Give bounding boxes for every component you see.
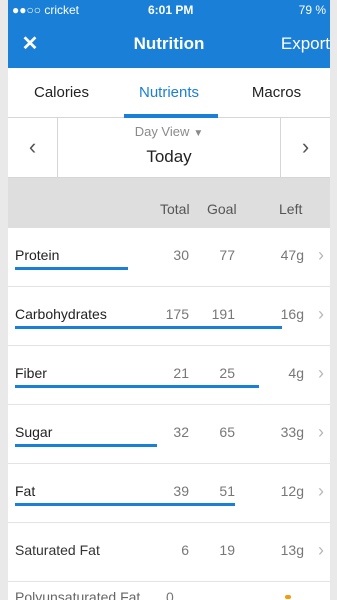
chevron-right-icon: ›	[318, 422, 324, 442]
chevron-right-icon: ›	[318, 304, 324, 324]
nutrient-goal: 25	[219, 365, 235, 381]
progress-bar	[15, 444, 305, 447]
nutrient-left: 47g	[280, 247, 304, 263]
nutrient-row-protein[interactable]: Protein 30 77 47g ›	[8, 228, 330, 287]
nutrient-goal: 191	[211, 306, 235, 322]
nutrient-name: Saturated Fat	[15, 542, 100, 558]
status-dot	[285, 595, 291, 599]
column-total: Total	[160, 201, 190, 217]
chevron-right-icon: ›	[318, 363, 324, 383]
nutrient-total: 39	[173, 483, 189, 499]
date-navigator: ‹ Day View ▼ Today ›	[8, 118, 330, 178]
nutrient-name: Carbohydrates	[15, 306, 107, 322]
progress-fill	[15, 503, 236, 506]
nutrient-name: Protein	[15, 247, 60, 263]
nutrient-row-polyunsaturated-fat[interactable]: Polyunsaturated Fat 0	[8, 585, 330, 600]
chevron-left-icon[interactable]: ‹	[8, 118, 58, 178]
progress-fill	[15, 326, 282, 329]
progress-bar	[15, 326, 305, 329]
progress-fill	[15, 385, 259, 388]
export-button[interactable]: Export	[281, 34, 330, 54]
progress-fill	[15, 444, 158, 447]
nutrient-goal: 19	[219, 542, 235, 558]
tab-macros[interactable]: Macros	[223, 68, 330, 118]
progress-fill	[15, 267, 129, 270]
caret-down-icon: ▼	[193, 128, 204, 139]
nutrient-total: 175	[165, 306, 189, 322]
progress-bar	[15, 385, 305, 388]
nutrient-goal: 65	[219, 424, 235, 440]
nutrient-total: 0	[166, 589, 174, 600]
page-title: Nutrition	[133, 34, 205, 53]
close-icon[interactable]: ✕	[18, 32, 42, 56]
app-frame: ●●○○ cricket 6:01 PM 79 % ✕ Nutrition Ex…	[8, 0, 330, 600]
nutrient-goal: 77	[219, 247, 235, 263]
progress-bar	[15, 562, 305, 565]
tab-calories[interactable]: Calories	[8, 68, 115, 118]
date-label: Today	[146, 147, 192, 166]
column-goal: Goal	[207, 201, 237, 217]
tab-nutrients[interactable]: Nutrients	[115, 68, 223, 118]
battery-label: 79 %	[298, 3, 326, 17]
status-bar: ●●○○ cricket 6:01 PM 79 %	[8, 0, 330, 20]
nutrient-total: 6	[181, 542, 189, 558]
nutrient-row-carbohydrates[interactable]: Carbohydrates 175 191 16g ›	[8, 287, 330, 346]
carrier-label: ●●○○ cricket	[12, 3, 79, 17]
chevron-right-icon[interactable]: ›	[280, 118, 330, 178]
status-time: 6:01 PM	[148, 3, 194, 17]
nutrient-left: 16g	[280, 306, 304, 322]
nutrient-goal: 51	[219, 483, 235, 499]
nutrient-row-saturated-fat[interactable]: Saturated Fat 6 19 13g ›	[8, 523, 330, 582]
nutrient-left: 13g	[280, 542, 304, 558]
nutrient-name: Fiber	[15, 365, 47, 381]
nutrient-row-sugar[interactable]: Sugar 32 65 33g ›	[8, 405, 330, 464]
column-left: Left	[279, 201, 303, 217]
nav-bar: ✕ Nutrition Export	[8, 20, 330, 68]
chevron-right-icon: ›	[318, 540, 324, 560]
progress-bar	[15, 503, 305, 506]
tab-bar: Calories Nutrients Macros	[8, 68, 330, 118]
nutrient-name: Fat	[15, 483, 36, 499]
nutrient-total: 21	[173, 365, 189, 381]
chevron-right-icon: ›	[318, 481, 324, 501]
nutrient-row-fat[interactable]: Fat 39 51 12g ›	[8, 464, 330, 523]
nutrient-name: Polyunsaturated Fat	[15, 589, 141, 600]
nutrient-left: 12g	[280, 483, 304, 499]
nutrient-row-fiber[interactable]: Fiber 21 25 4g ›	[8, 346, 330, 405]
nutrient-total: 30	[173, 247, 189, 263]
column-header: Total Goal Left	[8, 178, 330, 228]
nutrient-total: 32	[173, 424, 189, 440]
nutrient-name: Sugar	[15, 424, 53, 440]
nutrient-left: 33g	[280, 424, 304, 440]
day-view-selector[interactable]: Day View ▼	[58, 124, 280, 139]
day-view-label: Day View	[134, 124, 190, 139]
progress-bar	[15, 267, 305, 270]
chevron-right-icon: ›	[318, 245, 324, 265]
nutrient-left: 4g	[288, 365, 304, 381]
